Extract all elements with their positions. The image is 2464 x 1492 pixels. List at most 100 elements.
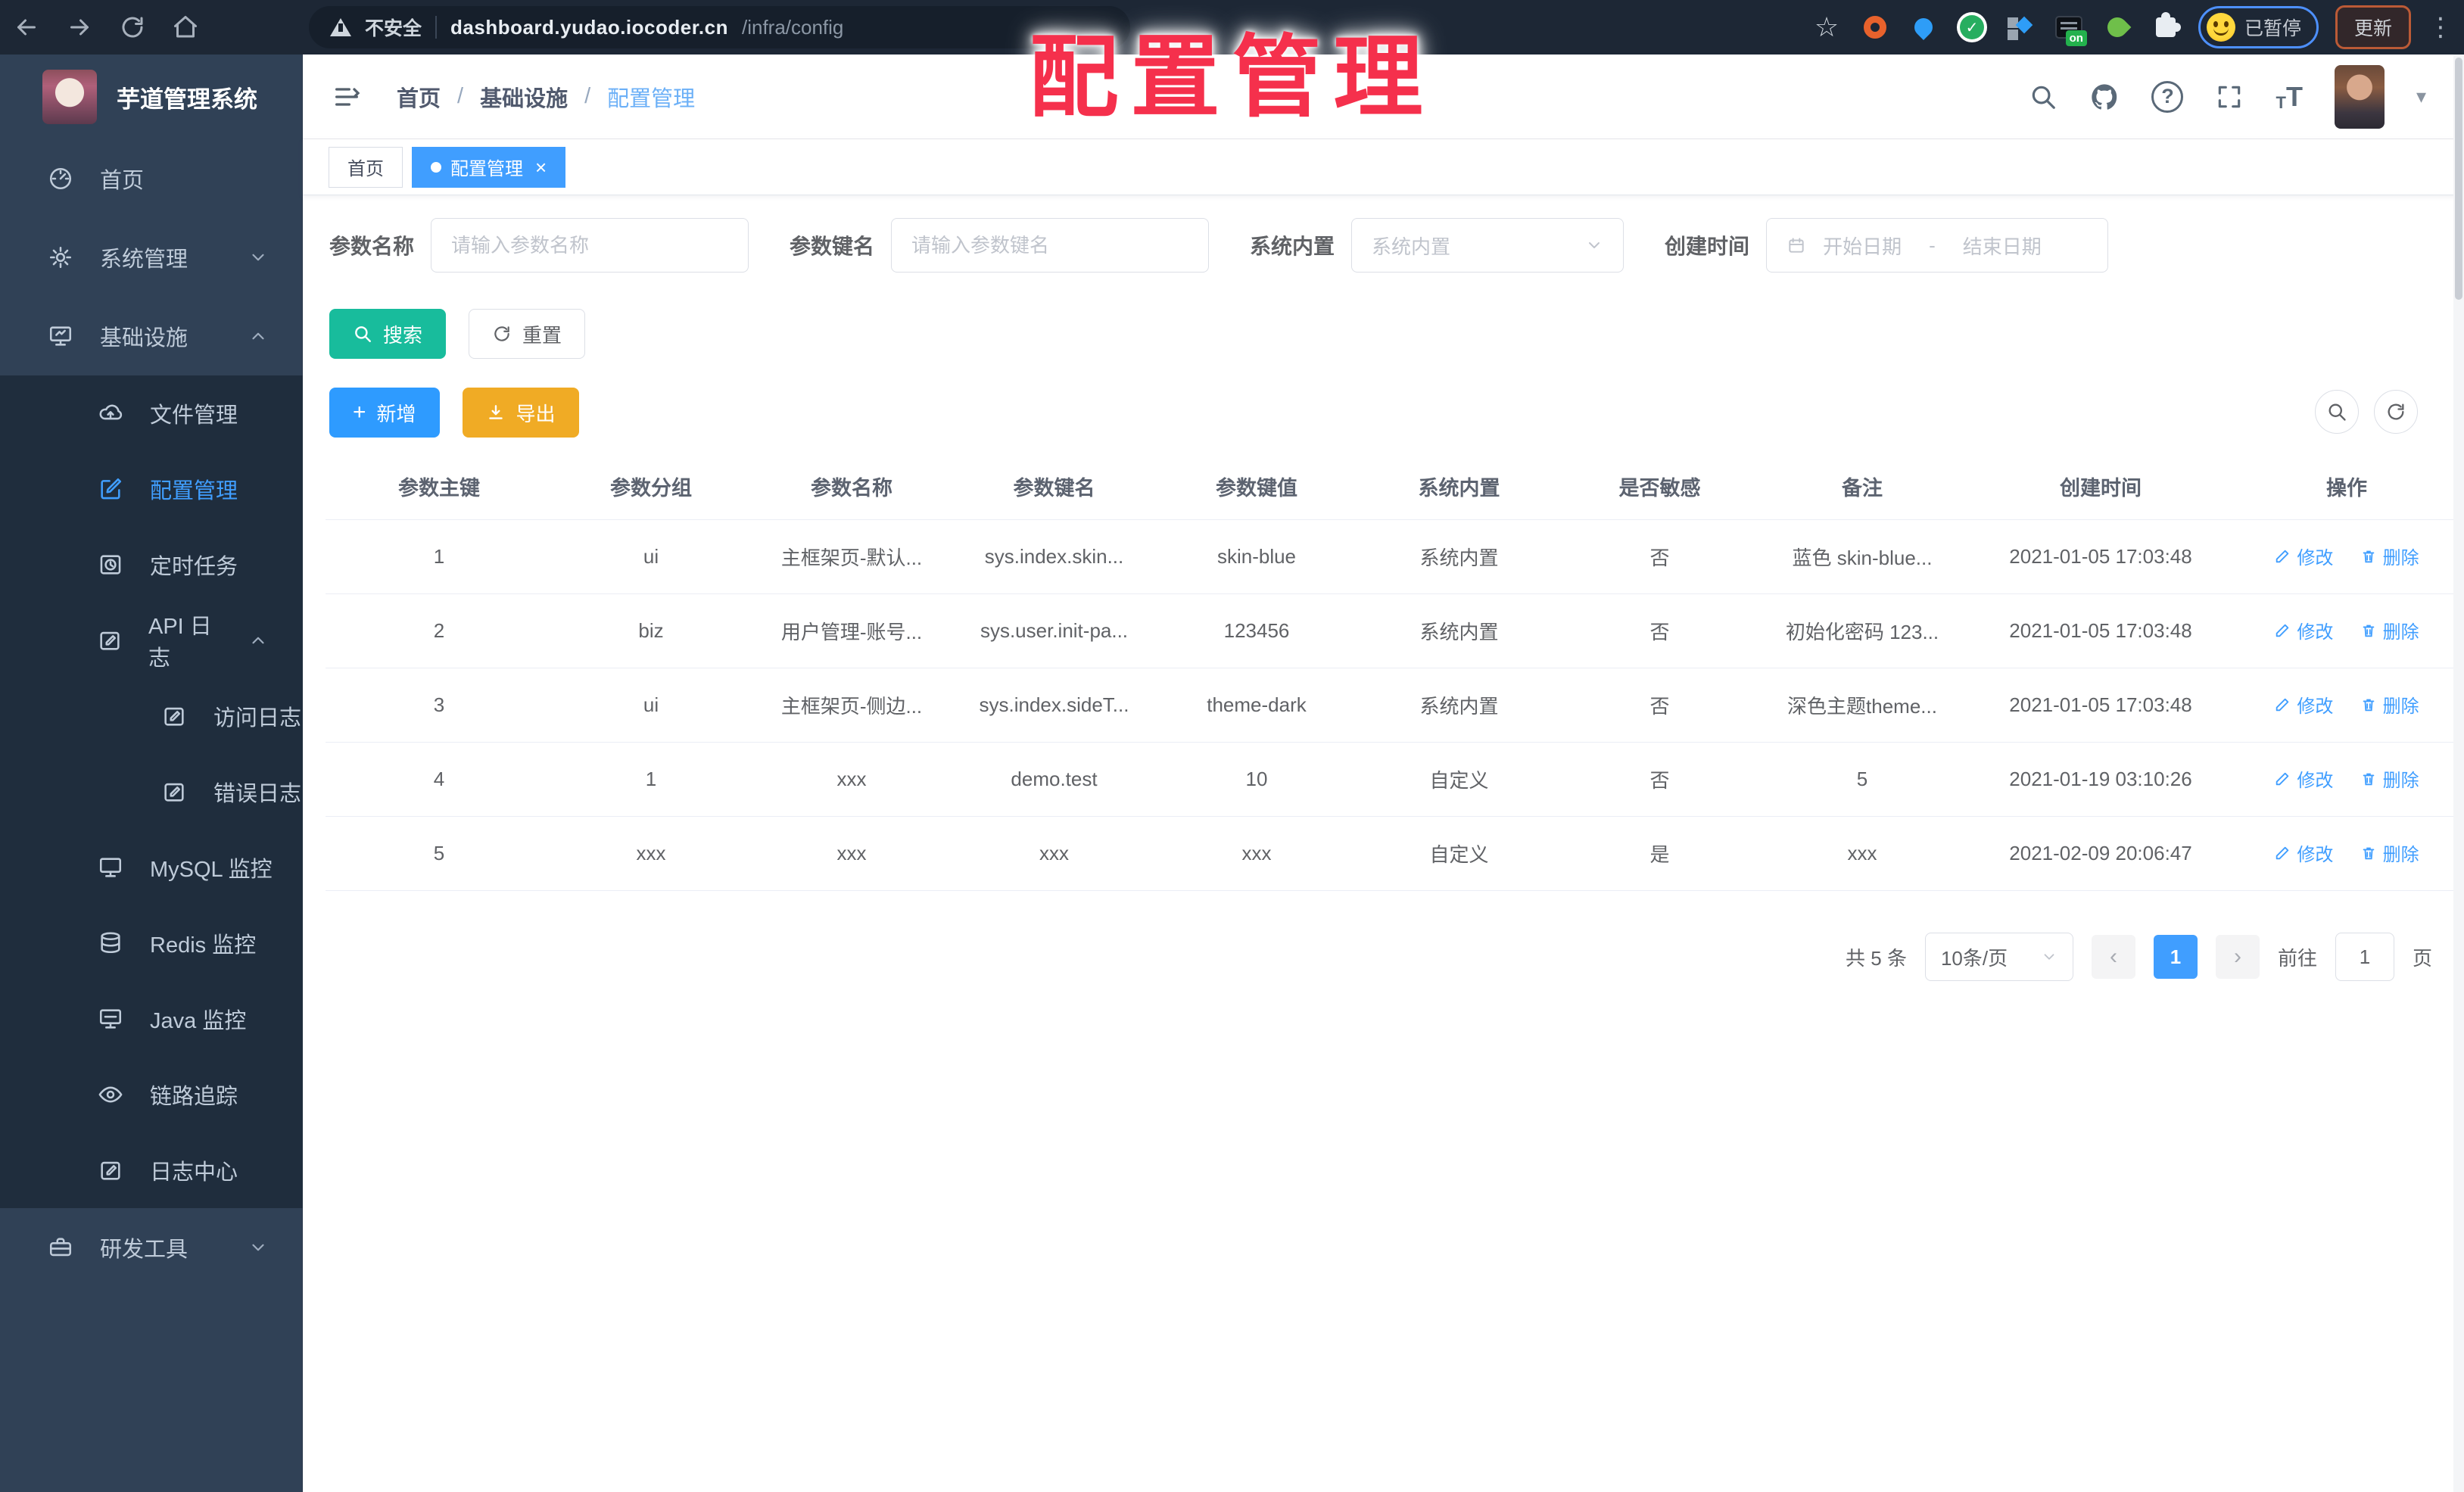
refresh-table-button[interactable] <box>2374 390 2418 434</box>
sidebar-item-tracing[interactable]: 链路追踪 <box>0 1057 303 1132</box>
system-builtin-select[interactable]: 系统内置 <box>1351 218 1624 273</box>
extension-pin-icon[interactable] <box>1908 11 1939 43</box>
edit-link[interactable]: 修改 <box>2274 543 2333 569</box>
tab-config-management[interactable]: 配置管理 × <box>412 146 566 188</box>
browser-extensions-area: ☆ ✓ on 已暂停 更新 ⋮ <box>1811 0 2453 55</box>
cell-sensitive: 是 <box>1559 816 1760 891</box>
add-button[interactable]: + 新增 <box>329 388 440 438</box>
table-row[interactable]: 4 1 xxx demo.test 10 自定义 否 5 2021-01-19 … <box>326 742 2456 817</box>
eye-icon <box>97 1081 124 1108</box>
edit-pen-icon <box>2276 550 2289 562</box>
monitor-icon <box>47 322 74 350</box>
search-button[interactable]: 搜索 <box>329 309 447 359</box>
caret-down-icon[interactable]: ▾ <box>2416 85 2426 108</box>
sidebar-item-access-logs[interactable]: 访问日志 <box>0 678 303 754</box>
sidebar-item-config-management[interactable]: 配置管理 <box>0 451 303 527</box>
goto-page-input[interactable] <box>2335 933 2394 981</box>
cell-id: 4 <box>326 742 553 817</box>
bookmark-star-icon[interactable]: ☆ <box>1811 11 1843 43</box>
profile-paused-chip[interactable]: 已暂停 <box>2198 6 2319 48</box>
search-icon[interactable] <box>2029 83 2057 111</box>
param-key-input[interactable] <box>911 233 1189 257</box>
sidebar-item-home[interactable]: 首页 <box>0 139 303 218</box>
edit-link[interactable]: 修改 <box>2274 617 2333 643</box>
profile-avatar-emoji <box>2206 13 2235 42</box>
breadcrumb-item-infra[interactable]: 基础设施 <box>480 81 568 113</box>
scrollbar-thumb[interactable] <box>2455 58 2462 300</box>
sidebar-item-dev-tools[interactable]: 研发工具 <box>0 1208 303 1287</box>
delete-link[interactable]: 删除 <box>2360 765 2419 792</box>
sidebar-item-error-logs[interactable]: 错误日志 <box>0 754 303 830</box>
cell-sensitive: 否 <box>1559 593 1760 668</box>
sidebar-item-redis-monitor[interactable]: Redis 监控 <box>0 905 303 981</box>
extension-leaf-icon[interactable] <box>2101 11 2133 43</box>
page-size-select[interactable]: 10条/页 <box>1924 933 2073 981</box>
download-icon <box>488 405 503 419</box>
toggle-search-button[interactable] <box>2315 390 2359 434</box>
param-name-input-wrap <box>431 218 749 273</box>
browser-menu-icon[interactable]: ⋮ <box>2428 12 2453 42</box>
sidebar-item-file-management[interactable]: 文件管理 <box>0 375 303 451</box>
sidebar-item-label: 系统管理 <box>100 248 188 272</box>
font-size-icon[interactable]: TT <box>2276 81 2302 113</box>
extension-check-icon[interactable]: ✓ <box>1956 11 1988 43</box>
sidebar-item-scheduled-jobs[interactable]: 定时任务 <box>0 527 303 603</box>
table-row[interactable]: 1 ui 主框架页-默认... sys.index.skin... skin-b… <box>326 519 2456 594</box>
extensions-puzzle-icon[interactable] <box>2150 11 2182 43</box>
page-size-value: 10条/页 <box>1940 946 2008 970</box>
table-row[interactable]: 3 ui 主框架页-侧边... sys.index.sideT... theme… <box>326 668 2456 743</box>
delete-link[interactable]: 删除 <box>2360 617 2419 643</box>
breadcrumb-item-home[interactable]: 首页 <box>397 81 441 113</box>
sidebar-item-label: 基础设施 <box>100 326 188 350</box>
col-param-key: 参数键名 <box>954 454 1154 520</box>
browser-home-button[interactable] <box>159 5 212 50</box>
fullscreen-icon[interactable] <box>2215 83 2244 111</box>
table-row[interactable]: 2 biz 用户管理-账号... sys.user.init-pa... 123… <box>326 593 2456 668</box>
browser-update-button[interactable]: 更新 <box>2335 5 2411 49</box>
edit-link[interactable]: 修改 <box>2274 839 2333 866</box>
edit-link[interactable]: 修改 <box>2274 691 2333 718</box>
sidebar-toggle-button[interactable] <box>332 82 362 112</box>
export-button[interactable]: 导出 <box>462 388 579 438</box>
sidebar-item-infra[interactable]: 基础设施 <box>0 297 303 375</box>
table-row[interactable]: 5 xxx xxx xxx xxx 自定义 是 xxx 2021-02-09 2… <box>326 816 2456 891</box>
cell-group: 1 <box>553 742 749 817</box>
extension-onetab-icon[interactable]: on <box>2053 11 2087 46</box>
trash-icon <box>2363 625 2374 637</box>
extension-puzzle-blue-icon[interactable] <box>2005 11 2036 43</box>
current-page-button[interactable]: 1 <box>2153 935 2198 979</box>
browser-reload-button[interactable] <box>106 5 159 50</box>
page-scrollbar[interactable] <box>2453 55 2464 1492</box>
next-page-button[interactable]: › <box>2215 935 2260 979</box>
prev-page-button[interactable]: ‹ <box>2091 935 2135 979</box>
sidebar-item-mysql-monitor[interactable]: MySQL 监控 <box>0 830 303 905</box>
chevron-down-icon <box>248 1238 268 1257</box>
help-icon[interactable]: ? <box>2151 80 2184 113</box>
col-create-time: 创建时间 <box>1964 454 2237 520</box>
date-range-picker[interactable]: 开始日期 - 结束日期 <box>1766 218 2109 273</box>
active-dot <box>431 161 441 173</box>
param-name-input[interactable] <box>451 233 729 257</box>
tab-home[interactable]: 首页 <box>329 146 403 188</box>
delete-link[interactable]: 删除 <box>2360 691 2419 718</box>
edit-link[interactable]: 修改 <box>2274 765 2333 792</box>
sidebar-item-system[interactable]: 系统管理 <box>0 218 303 297</box>
close-icon[interactable]: × <box>535 157 547 177</box>
reset-button[interactable]: 重置 <box>469 309 586 359</box>
sidebar-logo-row[interactable]: 芋道管理系统 <box>0 55 303 139</box>
address-bar[interactable]: 不安全 dashboard.yudao.iocoder.cn /infra/co… <box>309 6 1130 48</box>
sidebar-item-java-monitor[interactable]: Java 监控 <box>0 981 303 1057</box>
sidebar-item-api-logs[interactable]: API 日志 <box>0 603 303 678</box>
browser-back-button[interactable] <box>0 5 53 50</box>
extension-donut-icon[interactable] <box>1859 11 1891 43</box>
delete-link[interactable]: 删除 <box>2360 839 2419 866</box>
sidebar-item-label: Redis 监控 <box>150 933 257 958</box>
github-icon[interactable] <box>2089 82 2120 112</box>
log-icon <box>97 627 123 654</box>
browser-forward-button[interactable] <box>53 5 106 50</box>
sidebar-item-label: 链路追踪 <box>150 1085 238 1109</box>
sidebar-item-log-center[interactable]: 日志中心 <box>0 1132 303 1208</box>
gear-icon <box>47 244 74 271</box>
delete-link[interactable]: 删除 <box>2360 543 2419 569</box>
user-avatar[interactable] <box>2334 64 2385 129</box>
